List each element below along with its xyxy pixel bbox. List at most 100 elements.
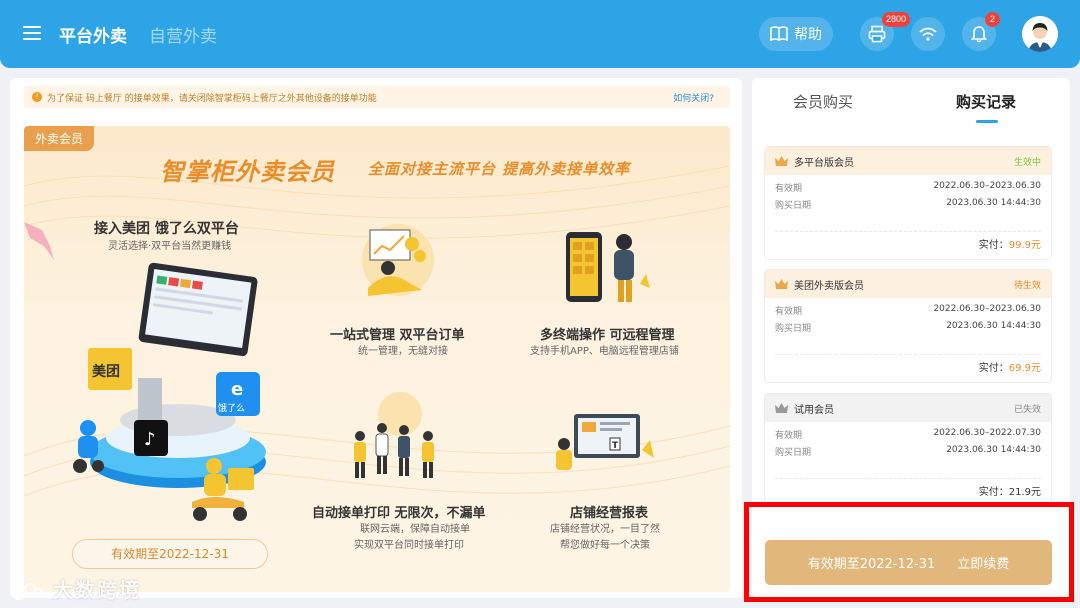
valid-label: 有效期 <box>775 431 803 441</box>
crown-icon <box>775 156 788 166</box>
paid-label: 实付： <box>978 487 1009 498</box>
valid-label: 有效期 <box>775 307 803 317</box>
purchase-panel: 会员购买 购买记录 多平台版会员 生效中 有效期 2022.06.30–2023.… <box>752 78 1070 598</box>
record-date-row: 购买日期 2023.06.30 14:44:30 <box>765 445 1051 461</box>
record-date-value: 2023.06.30 14:44:30 <box>946 445 1041 455</box>
record-status: 生效中 <box>1013 157 1041 168</box>
record-card[interactable]: 美团外卖版会员 待生效 有效期 2022.06.30–2023.06.30 购买日… <box>764 269 1052 383</box>
record-valid-row: 有效期 2022.06.30–2022.07.30 <box>765 428 1051 444</box>
tab-self-delivery[interactable]: 自营外卖 <box>149 22 217 47</box>
notice-text: 为了保证 码上餐厅 的接单效果，请关闭除智掌柜码上餐厅之外其他设备的接单功能 <box>47 93 377 104</box>
store-report-illustration: T <box>556 414 654 470</box>
active-tab-indicator <box>976 120 998 123</box>
watermark: 大数跨境 <box>10 574 141 603</box>
divider <box>775 478 1041 479</box>
record-date-value: 2023.06.30 14:44:30 <box>946 198 1041 208</box>
promo-banner: 外卖会员 智掌柜外卖会员 全面对接主流平台 提高外卖接单效率 接入美团 饿了么双… <box>24 126 730 592</box>
feature-2-desc: 支持手机APP、电脑远程管理店铺 <box>530 346 679 357</box>
platforms-headline-desc: 灵活选择·双平台当然更赚钱 <box>108 241 232 252</box>
record-valid-row: 有效期 2022.06.30–2023.06.30 <box>765 181 1051 197</box>
svg-text:e: e <box>231 379 243 400</box>
crown-icon <box>775 279 788 289</box>
divider <box>775 354 1041 355</box>
tab-platform-delivery[interactable]: 平台外卖 <box>59 22 127 47</box>
record-paid: 实付：99.9元 <box>979 236 1041 251</box>
notification-badge: 2 <box>985 12 1001 27</box>
valid-label: 有效期 <box>775 184 803 194</box>
record-date-value: 2023.06.30 14:44:30 <box>946 321 1041 331</box>
record-status: 已失效 <box>1013 404 1041 415</box>
record-status: 待生效 <box>1013 280 1041 291</box>
platforms-headline: 接入美团 饿了么双平台 <box>94 221 239 237</box>
divider <box>775 231 1041 232</box>
record-valid-value: 2022.06.30–2023.06.30 <box>933 181 1041 191</box>
feature-2-title: 多终端操作 可远程管理 <box>540 328 675 343</box>
record-name: 美团外卖版会员 <box>794 280 864 292</box>
record-valid-value: 2022.06.30–2022.07.30 <box>933 428 1041 438</box>
auto-print-illustration <box>354 392 434 478</box>
record-amount: 21.9元 <box>1008 487 1041 498</box>
record-amount: 99.9元 <box>1008 240 1041 251</box>
user-avatar-icon <box>1022 16 1058 52</box>
wifi-icon <box>919 27 937 41</box>
valid-until-badge: 有效期至2022-12-31 <box>72 539 268 569</box>
record-date-row: 购买日期 2023.06.30 14:44:30 <box>765 321 1051 337</box>
paid-label: 实付： <box>978 240 1009 251</box>
promo-subtitle: 全面对接主流平台 提高外卖接单效率 <box>368 160 631 178</box>
feature-4-desc-1: 店铺经营状况，一目了然 <box>550 524 660 535</box>
purchase-date-label: 购买日期 <box>775 201 812 211</box>
membership-tag: 外卖会员 <box>24 126 95 151</box>
avatar[interactable] <box>1022 16 1058 52</box>
membership-promo-panel: ! 为了保证 码上餐厅 的接单效果，请关闭除智掌柜码上餐厅之外其他设备的接单功能… <box>10 78 742 598</box>
menu-icon[interactable] <box>23 26 41 40</box>
notice-bar: ! 为了保证 码上餐厅 的接单效果，请关闭除智掌柜码上餐厅之外其他设备的接单功能… <box>24 86 730 108</box>
feature-1-title: 一站式管理 双平台订单 <box>330 328 465 343</box>
watermark-text: 大数跨境 <box>52 578 141 602</box>
wifi-button[interactable] <box>911 17 945 51</box>
bell-icon <box>971 26 987 43</box>
purchase-date-label: 购买日期 <box>775 448 812 458</box>
printer-badge: 2800 <box>882 12 911 27</box>
svg-text:♪: ♪ <box>144 429 156 450</box>
record-amount: 69.9元 <box>1008 363 1041 374</box>
record-paid: 实付：21.9元 <box>979 483 1041 498</box>
courier-yellow-illustration <box>192 458 254 521</box>
feature-3-desc-1: 联网云端，保障自动接单 <box>360 524 470 535</box>
feature-4-desc-2: 帮您做好每一个决策 <box>560 540 650 551</box>
record-name: 多平台版会员 <box>794 157 854 169</box>
feature-3-desc-2: 实现双平台同时接单打印 <box>354 540 464 551</box>
eleme-logo-text: 饿了么 <box>218 402 245 414</box>
feature-3-title: 自动接单打印 无限次，不漏单 <box>312 506 486 521</box>
svg-text:T: T <box>612 441 619 451</box>
record-card[interactable]: 试用会员 已失效 有效期 2022.06.30–2022.07.30 购买日期 20… <box>764 393 1052 507</box>
tab-purchase-records[interactable]: 购买记录 <box>956 91 1016 112</box>
feature-1-desc: 统一管理，无缝对接 <box>358 346 448 357</box>
help-button[interactable]: 帮助 <box>759 17 833 51</box>
tab-member-purchase[interactable]: 会员购买 <box>793 91 853 112</box>
record-date-row: 购买日期 2023.06.30 14:44:30 <box>765 198 1051 214</box>
watermark-logo-icon <box>11 582 43 600</box>
record-header: 美团外卖版会员 待生效 <box>765 270 1051 298</box>
warning-icon: ! <box>32 92 42 102</box>
how-to-close-link[interactable]: 如何关闭? <box>673 91 714 104</box>
record-valid-value: 2022.06.30–2023.06.30 <box>933 304 1041 314</box>
record-valid-row: 有效期 2022.06.30–2023.06.30 <box>765 304 1051 320</box>
courier-blue-illustration <box>73 420 104 473</box>
multi-terminal-illustration <box>566 232 650 302</box>
help-label: 帮助 <box>794 27 822 43</box>
paid-label: 实付： <box>978 363 1009 374</box>
order-management-illustration <box>362 224 434 296</box>
renew-button[interactable]: 有效期至2022-12-31 立即续费 <box>765 540 1052 585</box>
promo-title: 智掌柜外卖会员 <box>160 158 335 186</box>
record-header: 试用会员 已失效 <box>765 394 1051 422</box>
record-card[interactable]: 多平台版会员 生效中 有效期 2022.06.30–2023.06.30 购买日期… <box>764 146 1052 260</box>
top-bar: 平台外卖 自营外卖 帮助 2800 2 <box>0 0 1080 68</box>
renew-action-label: 立即续费 <box>957 557 1010 572</box>
printer-icon <box>868 25 886 43</box>
crown-icon <box>775 403 788 413</box>
record-name: 试用会员 <box>794 404 834 416</box>
renew-valid-until: 有效期至2022-12-31 <box>807 557 936 572</box>
meituan-logo-text: 美团 <box>92 363 120 380</box>
book-icon <box>770 26 788 42</box>
feature-4-title: 店铺经营报表 <box>570 506 649 521</box>
